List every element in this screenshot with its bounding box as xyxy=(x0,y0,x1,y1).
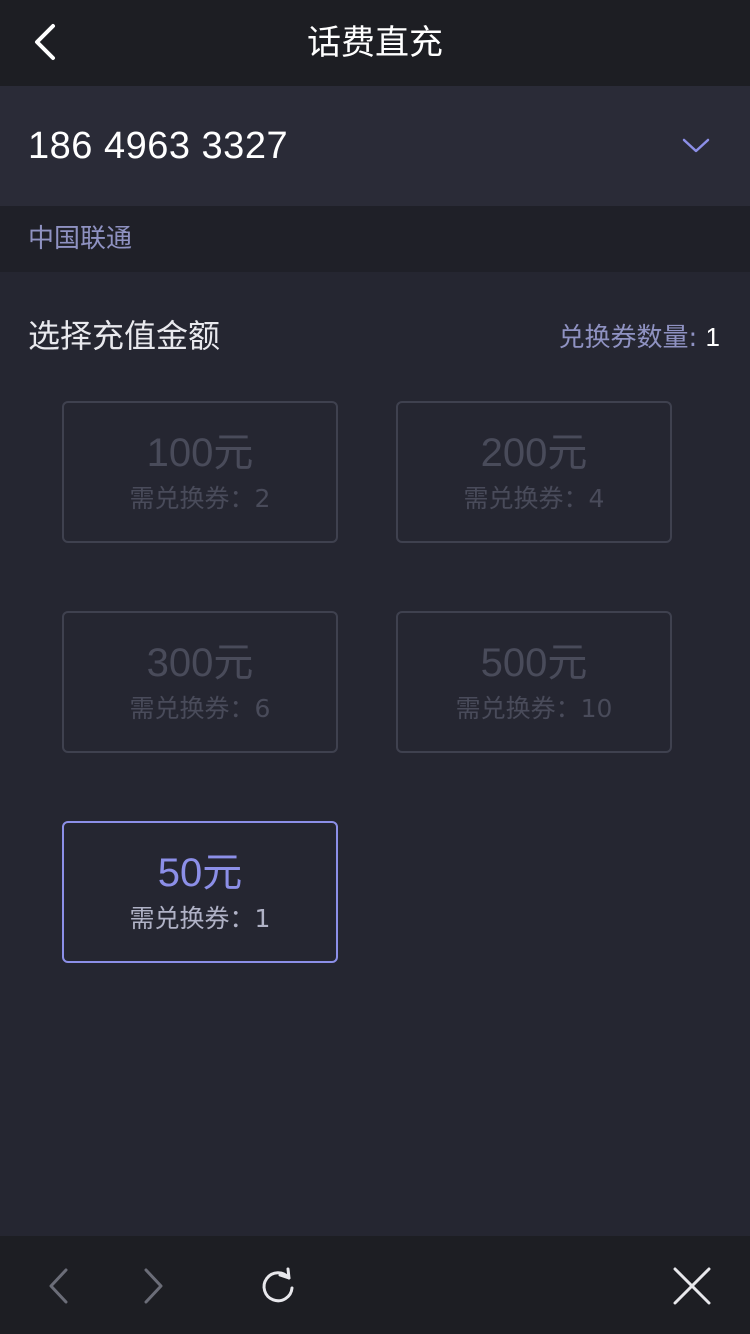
option-amount: 500元 xyxy=(480,641,588,685)
option-amount: 100元 xyxy=(146,431,254,475)
option-required-vouchers: 需兑换券：10 xyxy=(455,694,613,723)
option-amount: 50元 xyxy=(157,851,243,895)
carrier-row: 中国联通 xyxy=(0,206,750,272)
browser-forward-button[interactable] xyxy=(128,1260,180,1312)
page-title: 话费直充 xyxy=(307,23,443,63)
option-required-vouchers: 需兑换券：4 xyxy=(463,484,605,513)
browser-refresh-button[interactable] xyxy=(252,1260,304,1312)
voucher-count-label: 兑换券数量: xyxy=(558,323,706,353)
chevron-left-icon xyxy=(49,1268,68,1304)
option-amount: 200元 xyxy=(480,431,588,475)
phone-dropdown-button[interactable] xyxy=(674,124,718,168)
select-amount-title: 选择充值金额 xyxy=(28,317,221,355)
option-amount: 300元 xyxy=(146,641,254,685)
amount-option-50[interactable]: 50元 需兑换券：1 xyxy=(62,821,338,963)
chevron-right-icon xyxy=(144,1268,163,1304)
browser-back-button[interactable] xyxy=(32,1260,84,1312)
amount-option-500[interactable]: 500元 需兑换券：10 xyxy=(396,611,672,753)
phone-number-selector[interactable]: 186 4963 3327 xyxy=(0,86,750,206)
refresh-icon xyxy=(262,1267,294,1303)
phone-number: 186 4963 3327 xyxy=(28,125,289,167)
amount-option-200[interactable]: 200元 需兑换券：4 xyxy=(396,401,672,543)
top-bar: 话费直充 xyxy=(0,0,750,86)
amount-option-300[interactable]: 300元 需兑换券：6 xyxy=(62,611,338,753)
option-required-vouchers: 需兑换券：1 xyxy=(129,904,271,933)
browser-close-button[interactable] xyxy=(666,1260,718,1312)
voucher-count-value: 1 xyxy=(705,322,720,352)
option-required-vouchers: 需兑换券：6 xyxy=(129,694,271,723)
close-icon xyxy=(673,1267,711,1305)
carrier-name: 中国联通 xyxy=(28,224,133,254)
voucher-count: 兑换券数量: 1 xyxy=(559,312,721,363)
amount-option-100[interactable]: 100元 需兑换券：2 xyxy=(62,401,338,543)
browser-toolbar xyxy=(0,1236,750,1334)
option-required-vouchers: 需兑换券：2 xyxy=(129,484,271,513)
chevron-down-icon xyxy=(682,138,710,153)
